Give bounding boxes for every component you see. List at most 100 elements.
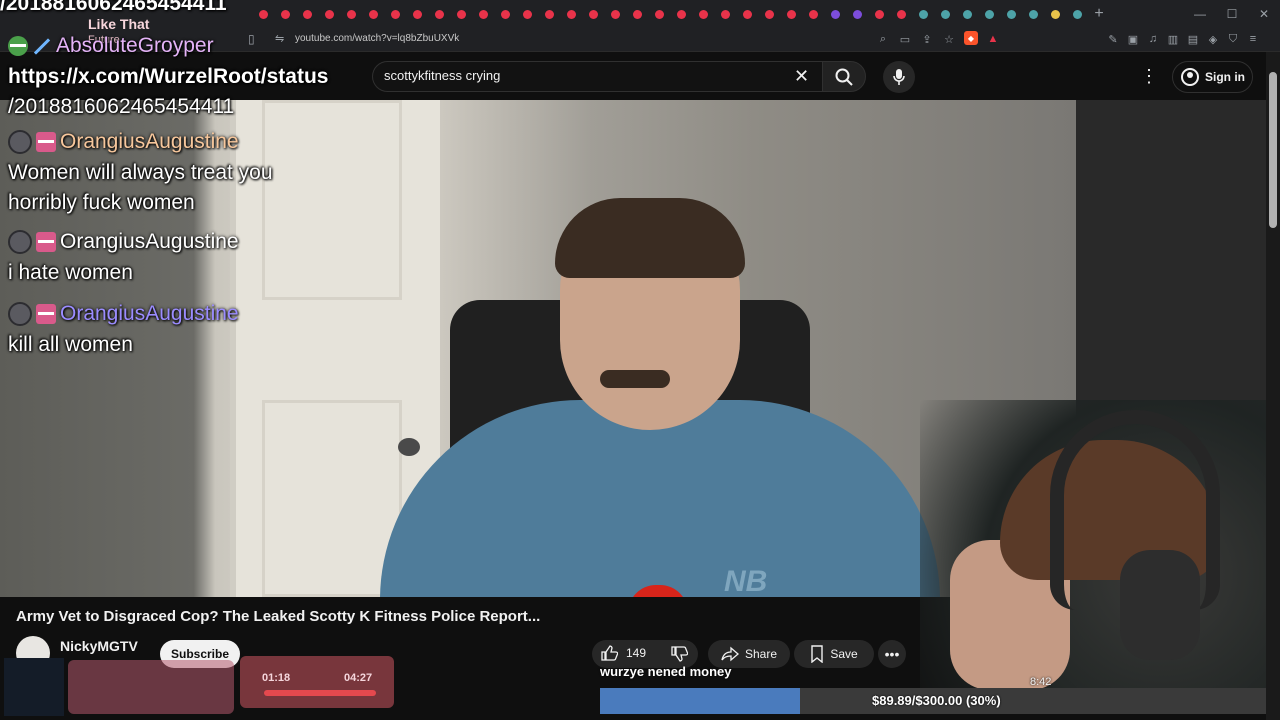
browser-tab[interactable] xyxy=(274,0,296,28)
screenshot-icon[interactable]: ▣ xyxy=(1126,31,1140,47)
bookmark-star-icon[interactable]: ☆ xyxy=(942,31,956,47)
browser-tab[interactable] xyxy=(406,0,428,28)
donation-goal-label: wurzye nened money xyxy=(600,664,732,679)
media-icon[interactable]: ♫ xyxy=(1146,31,1160,47)
install-app-icon[interactable]: ▭ xyxy=(898,31,912,47)
shield-icon[interactable]: ⛉ xyxy=(1226,31,1240,47)
share-label: Share xyxy=(744,647,778,661)
tab-favicon-icon xyxy=(500,9,510,19)
vpn-icon[interactable]: ◈ xyxy=(1206,31,1220,47)
save-button[interactable]: Save xyxy=(794,640,874,668)
search-button[interactable] xyxy=(822,61,866,92)
browser-tab[interactable] xyxy=(714,0,736,28)
browser-tab[interactable] xyxy=(692,0,714,28)
browser-tab[interactable] xyxy=(890,0,912,28)
minimize-icon[interactable]: — xyxy=(1184,0,1216,28)
browser-tab[interactable] xyxy=(670,0,692,28)
chat-link-line: https://x.com/WurzelRoot/status xyxy=(8,65,329,88)
chat-user-row: AbsoluteGroyper xyxy=(8,30,348,62)
channel-name[interactable]: NickyMGTV xyxy=(60,638,138,654)
chat-message: /2018816062465454411 xyxy=(8,92,348,122)
browser-tab[interactable] xyxy=(384,0,406,28)
browser-tab[interactable] xyxy=(824,0,846,28)
now-playing-card xyxy=(0,654,236,718)
tab-favicon-icon xyxy=(588,9,598,19)
browser-tab[interactable] xyxy=(318,0,340,28)
sidebar-icon[interactable]: ▥ xyxy=(1166,31,1180,47)
song-info-background xyxy=(68,660,234,714)
browser-tab[interactable] xyxy=(648,0,670,28)
browser-tab[interactable] xyxy=(956,0,978,28)
menu-icon[interactable]: ≡ xyxy=(1246,31,1260,47)
gift-badge-icon xyxy=(36,132,56,152)
rewards-icon[interactable]: ▲ xyxy=(986,31,1000,47)
webcam-earcup xyxy=(1120,550,1200,660)
dislike-button[interactable] xyxy=(668,644,690,664)
search-input[interactable]: scottykfitness crying xyxy=(384,68,500,83)
chat-message: i hate women xyxy=(8,261,133,284)
browser-tab[interactable] xyxy=(362,0,384,28)
tab-favicon-icon xyxy=(1050,9,1060,19)
thumbs-down-icon xyxy=(671,646,688,662)
browser-tab[interactable] xyxy=(736,0,758,28)
song-progress-bar xyxy=(264,690,376,696)
browser-tab[interactable] xyxy=(428,0,450,28)
browser-tab[interactable] xyxy=(758,0,780,28)
share-page-icon[interactable]: ⇪ xyxy=(920,31,934,47)
chat-username: OrangiusAugustine xyxy=(60,302,239,325)
browser-tab[interactable] xyxy=(516,0,538,28)
like-button[interactable]: 149 xyxy=(600,644,646,662)
tab-favicon-icon xyxy=(544,9,554,19)
scrollbar-thumb[interactable] xyxy=(1269,72,1277,228)
tab-favicon-icon xyxy=(698,9,708,19)
bookmark-save-icon xyxy=(811,645,824,663)
zoom-icon[interactable]: ⌕ xyxy=(876,31,890,47)
chat-username: OrangiusAugustine xyxy=(60,130,239,153)
browser-tab[interactable] xyxy=(934,0,956,28)
brave-shield-icon[interactable]: ◆ xyxy=(964,31,978,45)
tab-favicon-icon xyxy=(258,9,268,19)
new-tab-icon[interactable]: + xyxy=(1088,0,1110,28)
browser-tab[interactable] xyxy=(1022,0,1044,28)
browser-tab[interactable] xyxy=(802,0,824,28)
browser-tab[interactable] xyxy=(472,0,494,28)
webcam-timestamp: 8:42 xyxy=(1030,676,1052,688)
voice-search-button[interactable] xyxy=(883,61,915,93)
maximize-icon[interactable]: ☐ xyxy=(1216,0,1248,28)
more-actions-button[interactable]: ••• xyxy=(878,640,906,668)
avatar xyxy=(8,302,32,326)
browser-tab[interactable] xyxy=(1066,0,1088,28)
video-person-mustache xyxy=(600,370,670,388)
close-window-icon[interactable]: ✕ xyxy=(1248,0,1280,28)
browser-tab[interactable] xyxy=(1000,0,1022,28)
browser-tab[interactable] xyxy=(340,0,362,28)
gift-badge-icon xyxy=(36,304,56,324)
browser-tab[interactable] xyxy=(582,0,604,28)
tab-favicon-icon xyxy=(610,9,620,19)
browser-tab[interactable] xyxy=(296,0,318,28)
chat-user-row: OrangiusAugustine xyxy=(8,126,348,158)
account-icon xyxy=(1181,68,1199,86)
browser-tab[interactable] xyxy=(538,0,560,28)
tab-favicon-icon xyxy=(390,9,400,19)
browser-tab[interactable] xyxy=(560,0,582,28)
browser-tab[interactable] xyxy=(626,0,648,28)
browser-tab[interactable] xyxy=(846,0,868,28)
browser-tab[interactable] xyxy=(252,0,274,28)
more-options-icon[interactable]: ⋮ xyxy=(1138,64,1160,88)
browser-tab[interactable] xyxy=(1044,0,1066,28)
wallet-icon[interactable]: ▤ xyxy=(1186,31,1200,47)
browser-tab[interactable] xyxy=(978,0,1000,28)
browser-tab[interactable] xyxy=(912,0,934,28)
browser-tab[interactable] xyxy=(450,0,472,28)
browser-tab[interactable] xyxy=(780,0,802,28)
browser-tab[interactable] xyxy=(868,0,890,28)
clear-search-icon[interactable]: ✕ xyxy=(794,66,809,86)
extensions-icon[interactable]: ✎ xyxy=(1106,31,1120,47)
tab-favicon-icon xyxy=(456,9,466,19)
ellipsis-icon: ••• xyxy=(884,646,900,662)
like-count: 149 xyxy=(626,646,647,660)
sign-in-button[interactable]: Sign in xyxy=(1172,61,1253,93)
browser-tab[interactable] xyxy=(494,0,516,28)
browser-tab[interactable] xyxy=(604,0,626,28)
